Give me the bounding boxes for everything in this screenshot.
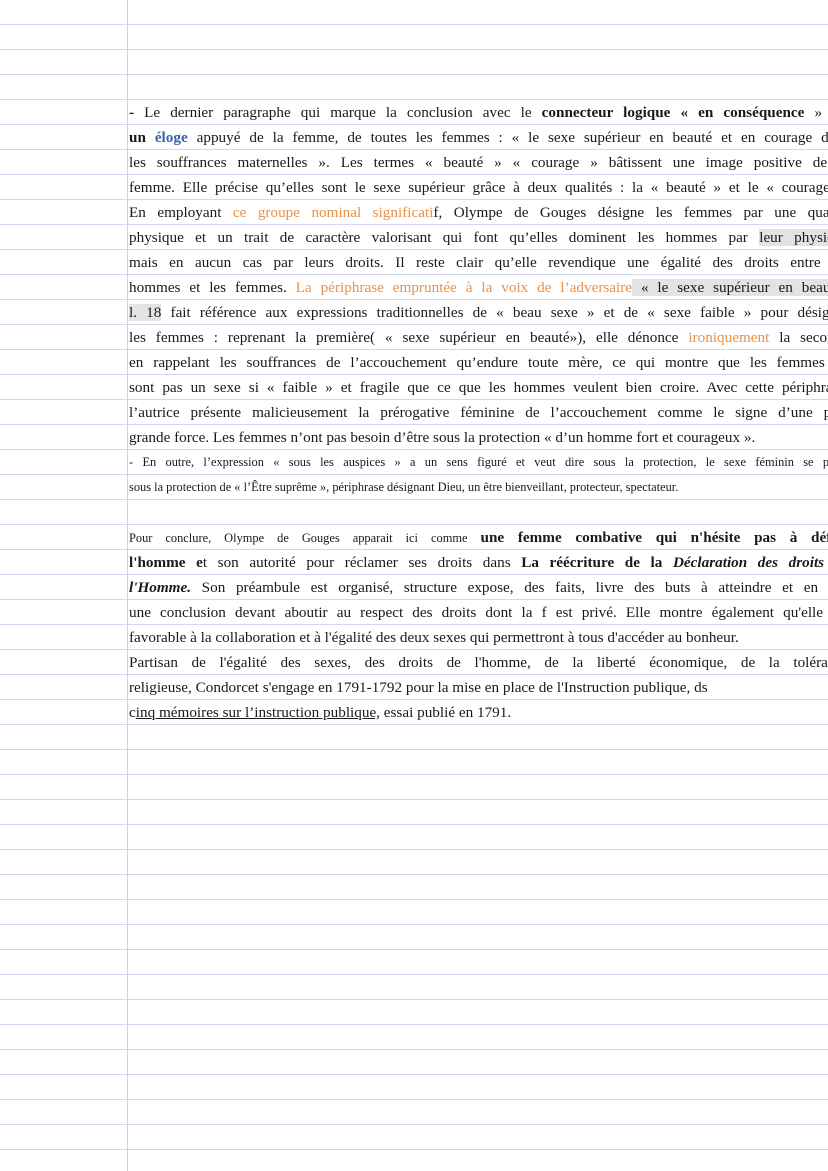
bold-phrase: l'homme e <box>129 554 203 571</box>
para2-line-8: cinq mémoires sur l’instruction publique… <box>129 700 828 725</box>
text-run: En employant <box>129 204 233 221</box>
bold-italic-title: l'Homme. <box>129 579 192 596</box>
para1-line-13: l’autrice présente malicieusement la pré… <box>129 404 828 421</box>
para1-line-6: physique et un trait de caractère valori… <box>129 225 828 250</box>
para1-line-9: l. 18 fait référence aux expressions tra… <box>129 300 828 325</box>
para1-line-8: hommes et les femmes. La périphrase empr… <box>129 275 828 300</box>
highlight-blue-eloge: éloge <box>154 129 188 146</box>
text-run: t son autorité pour réclamer ses droits … <box>202 554 522 571</box>
orange-annotation: ironiquement <box>688 329 770 346</box>
bold-phrase: La réécriture de la <box>521 554 673 571</box>
para1-line-15: - En outre, l’expression « sous les ausp… <box>129 455 828 469</box>
para2-line-6: Partisan de l'égalité des sexes, des dro… <box>129 654 828 671</box>
underlined-title: inq mémoires sur l’instruction publique, <box>135 704 380 721</box>
para2-line-2: l'homme et son autorité pour réclamer se… <box>129 550 828 575</box>
text-run: les femmes : reprenant la première( « se… <box>129 329 689 346</box>
para1-line-1: - Le dernier paragraphe qui marque la co… <box>129 100 828 125</box>
grey-highlight: l. 18 <box>129 304 162 321</box>
para1-line-7: mais en aucun cas par leurs droits. Il r… <box>129 254 828 271</box>
text-run: Pour conclure, Olympe de Gouges apparait… <box>129 531 481 545</box>
document-body: - Le dernier paragraphe qui marque la co… <box>129 100 828 725</box>
bold-connector: connecteur logique « en conséquence <box>541 104 805 121</box>
bold-italic-title: Déclaration des droits de <box>672 554 828 571</box>
grey-highlight: « le sexe supérieur en beauté» <box>632 279 828 296</box>
para2-line-7: religieuse, Condorcet s'engage en 1791-1… <box>129 679 708 696</box>
text-run: f, Olympe de Gouges désigne les femmes p… <box>433 204 828 221</box>
para2-line-4: une conclusion devant aboutir au respect… <box>129 604 828 621</box>
text-run: » est <box>814 104 828 121</box>
para1-line-5: En employant ce groupe nominal significa… <box>129 200 828 225</box>
orange-annotation: La périphrase empruntée à la voix de l’a… <box>295 279 633 296</box>
para1-line-16: sous la protection de « l’Être suprême »… <box>129 480 679 494</box>
text-run: fait référence aux expressions tradition… <box>161 304 828 321</box>
grey-highlight: leur physique <box>759 229 828 246</box>
dash: - <box>129 104 145 121</box>
para1-line-11: en rappelant les souffrances de l’accouc… <box>129 354 828 371</box>
text-run: la seconde <box>779 329 828 346</box>
para2-line-5: favorable à la collaboration et à l'égal… <box>129 629 739 646</box>
para1-line-4: femme. Elle précise qu’elles sont le sex… <box>129 179 828 196</box>
bold-phrase: une femme combative qui n'hésite pas à d… <box>480 529 828 546</box>
text-run: hommes et les femmes. <box>129 279 296 296</box>
para1-line-2: un éloge appuyé de la femme, de toutes l… <box>129 125 828 150</box>
para1-line-14: grande force. Les femmes n’ont pas besoi… <box>129 429 756 446</box>
text-run: Le dernier paragraphe qui marque la conc… <box>144 104 542 121</box>
document-page: { "p1": { "l1": {"a": "- ", "b": "Le der… <box>0 0 828 1171</box>
para2-line-3: l'Homme. Son préambule est organisé, str… <box>129 575 828 600</box>
para1-line-12: sont pas un sexe si « faible » et fragil… <box>129 379 828 396</box>
para2-line-1: Pour conclure, Olympe de Gouges apparait… <box>129 525 828 550</box>
text-run: Son préambule est organisé, structure ex… <box>191 579 828 596</box>
para1-line-10: les femmes : reprenant la première( « se… <box>129 325 828 350</box>
para1-line-3: les souffrances maternelles ». Les terme… <box>129 154 828 171</box>
text-run: appuyé de la femme, de toutes les femmes… <box>187 129 828 146</box>
text-run: physique et un trait de caractère valori… <box>129 229 760 246</box>
bold-word: un <box>129 129 155 146</box>
orange-annotation: ce groupe nominal significati <box>232 204 434 221</box>
text-run: c <box>129 704 136 721</box>
text-run: essai publié en 1791. <box>379 704 512 721</box>
